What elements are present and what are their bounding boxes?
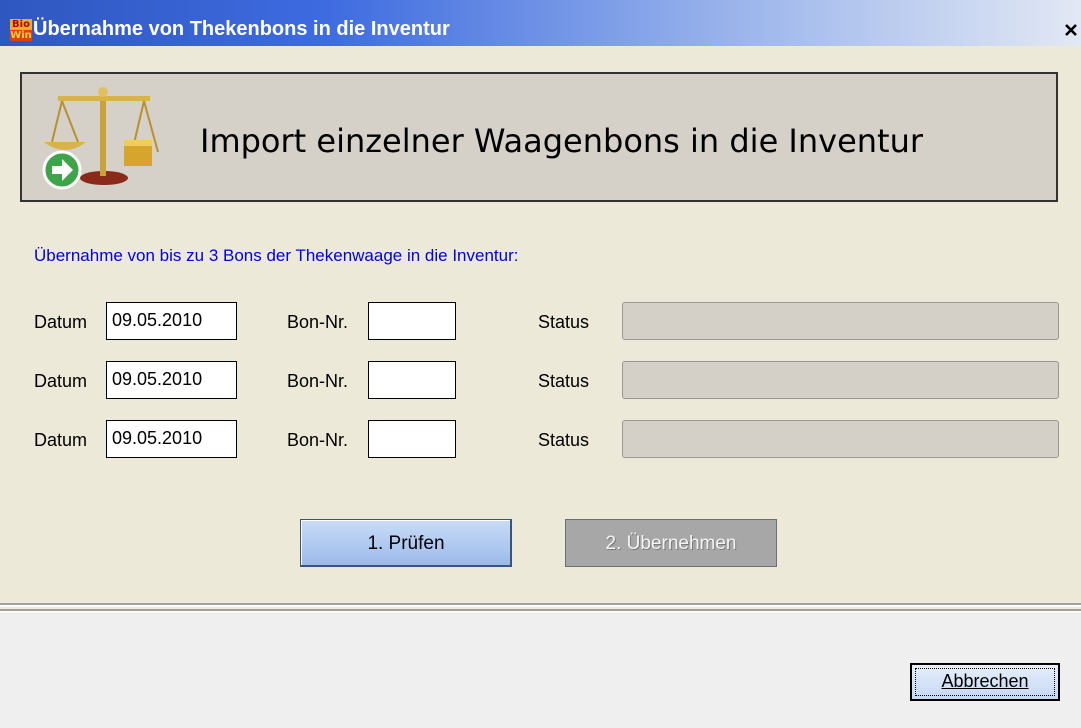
bon-number-input[interactable] <box>368 361 456 399</box>
biowin-app-icon: Bio Win <box>10 19 32 43</box>
bon-number-label: Bon-Nr. <box>287 312 349 332</box>
status-label: Status <box>538 312 590 332</box>
check-button[interactable]: 1. Prüfen <box>300 519 512 567</box>
date-label: Datum <box>34 430 88 450</box>
status-field <box>622 361 1059 399</box>
status-field <box>622 302 1059 340</box>
date-input[interactable]: 09.05.2010 <box>106 302 237 340</box>
separator-line-highlight <box>0 605 1081 607</box>
window-title: Übernahme von Thekenbons in die Inventur <box>33 18 450 40</box>
take-over-button: 2. Übernehmen <box>565 519 777 567</box>
bon-number-input[interactable] <box>368 420 456 458</box>
status-label: Status <box>538 371 590 391</box>
scale-with-green-arrow-icon <box>42 87 159 190</box>
status-label: Status <box>538 430 590 450</box>
app-icon-text-bottom: Win <box>10 30 32 41</box>
date-label: Datum <box>34 371 88 391</box>
window-title-bar: Bio Win Übernahme von Thekenbons in die … <box>0 0 1081 46</box>
status-field <box>622 420 1059 458</box>
cancel-button-label: Abbrechen <box>941 671 1029 691</box>
intro-text: Übernahme von bis zu 3 Bons der Thekenwa… <box>34 246 519 265</box>
app-icon-text-top: Bio <box>10 19 32 30</box>
separator-line-highlight <box>0 611 1081 613</box>
cancel-button[interactable]: Abbrechen <box>910 663 1060 701</box>
bon-number-label: Bon-Nr. <box>287 371 349 391</box>
header-panel: Import einzelner Waagenbons in die Inven… <box>20 72 1058 202</box>
date-label: Datum <box>34 312 88 332</box>
date-input[interactable]: 09.05.2010 <box>106 361 237 399</box>
date-input[interactable]: 09.05.2010 <box>106 420 237 458</box>
bon-number-label: Bon-Nr. <box>287 430 349 450</box>
header-title: Import einzelner Waagenbons in die Inven… <box>200 122 924 160</box>
bon-number-input[interactable] <box>368 302 456 340</box>
close-icon[interactable] <box>1061 20 1081 42</box>
